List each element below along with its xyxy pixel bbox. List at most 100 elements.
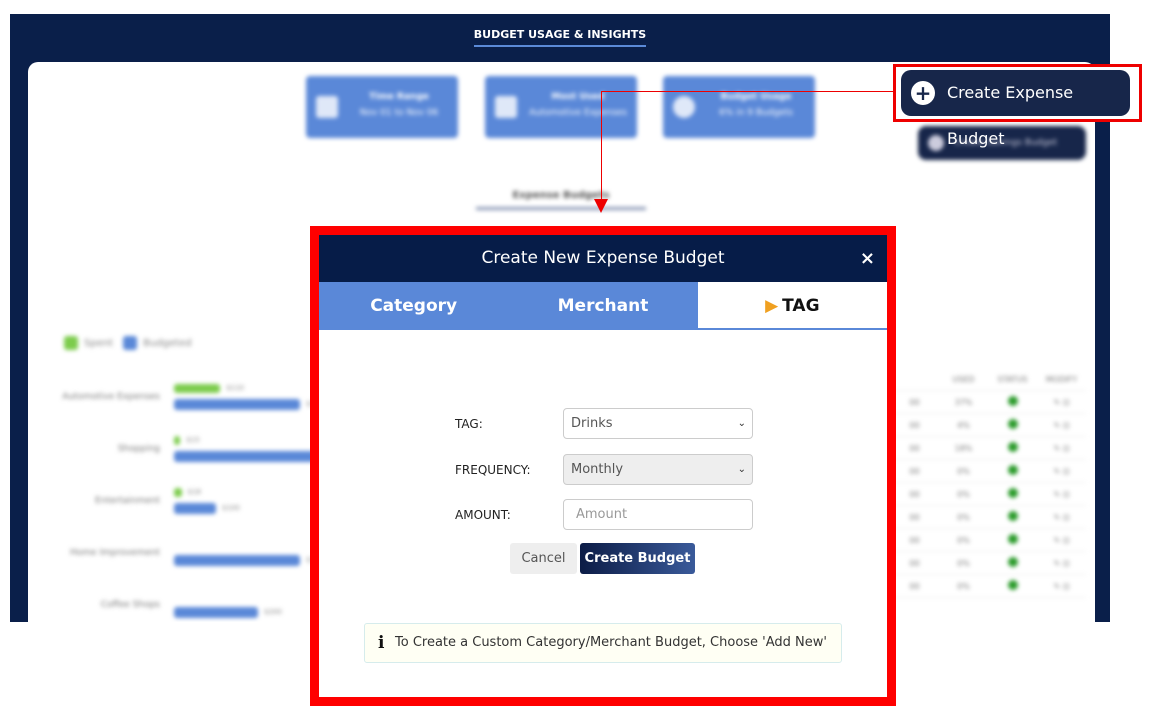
table-row: 00 0% ✎ ⊡ [890, 552, 1086, 575]
tab-merchant[interactable]: Merchant [508, 282, 698, 328]
chart-legend: Spent Budgeted [64, 336, 192, 350]
legend-spent: Spent [64, 336, 113, 350]
used-cell: 0% [957, 466, 970, 476]
used-cell: 4% [957, 420, 970, 430]
calendar-icon [316, 96, 338, 118]
table-row: 00 37% ✎ ⊡ [890, 391, 1086, 414]
category-label: Coffee Shops [100, 600, 160, 610]
table-row: 00 0% ✎ ⊡ [890, 460, 1086, 483]
modal-tabs: Category Merchant ▶ TAG [319, 282, 887, 330]
chart-row: Shopping $15 [40, 426, 342, 466]
table-row: 00 18% ✎ ⊡ [890, 437, 1086, 460]
column-header: USED [952, 374, 975, 384]
create-expense-budget-modal: Create New Expense Budget × Category Merc… [310, 226, 896, 706]
edit-delete-icons[interactable]: ✎ ⊡ [1037, 559, 1086, 568]
table-row: 00 0% ✎ ⊡ [890, 506, 1086, 529]
used-cell: 0% [957, 512, 970, 522]
edit-delete-icons[interactable]: ✎ ⊡ [1037, 490, 1086, 499]
category-label: Shopping [117, 444, 160, 454]
edit-delete-icons[interactable]: ✎ ⊡ [1037, 421, 1086, 430]
used-cell: 18% [954, 443, 973, 453]
modal-header: Create New Expense Budget × [319, 235, 887, 282]
money-icon [495, 96, 517, 118]
used-cell: 37% [954, 397, 973, 407]
status-ok-icon [1007, 419, 1018, 429]
table-row: 00 0% ✎ ⊡ [890, 529, 1086, 552]
edit-delete-icons[interactable]: ✎ ⊡ [1037, 513, 1086, 522]
edit-delete-icons[interactable]: ✎ ⊡ [1037, 536, 1086, 545]
frequency-select[interactable]: Monthly ⌄ [563, 454, 753, 485]
budget-table: USED STATUS MODIFY 00 37% ✎ ⊡ 00 4% ✎ ⊡ 00 18% ✎ ⊡ 0… [890, 368, 1086, 598]
status-ok-icon [1007, 511, 1018, 521]
spent-value: $18 [187, 488, 201, 496]
spent-bar [174, 488, 182, 497]
budgeted-bar [174, 555, 300, 566]
plus-circle-icon: + [911, 81, 935, 105]
status-ok-icon [1007, 488, 1018, 498]
chart-row: Entertainment $18 $100 [40, 478, 330, 518]
status-ok-icon [1007, 465, 1018, 475]
category-label: Entertainment [95, 496, 160, 506]
status-ok-icon [1007, 534, 1018, 544]
used-cell: 0% [957, 535, 970, 545]
pie-icon [673, 96, 695, 118]
spent-value: $15 [186, 436, 200, 444]
budgeted-value: $100 [222, 504, 240, 512]
category-label: Home Improvement [70, 548, 160, 558]
chevron-down-icon: ⌄ [737, 418, 746, 429]
callout-arrow [594, 199, 608, 213]
callout-line [601, 91, 602, 201]
edit-delete-icons[interactable]: ✎ ⊡ [1037, 582, 1086, 591]
info-icon: i [378, 633, 385, 653]
table-row: 00 0% ✎ ⊡ [890, 575, 1086, 598]
play-triangle-icon: ▶ [765, 296, 779, 316]
tab-category[interactable]: Category [319, 282, 509, 328]
chart-row: Automotive Expenses$110$300 [40, 374, 330, 414]
legend-budgeted: Budgeted [123, 336, 192, 350]
info-notice: i To Create a Custom Category/Merchant Bu… [364, 623, 842, 663]
create-budget-button[interactable]: Create Budget [580, 543, 695, 574]
budgeted-bar [174, 607, 258, 618]
edit-delete-icons[interactable]: ✎ ⊡ [1037, 398, 1086, 407]
status-ok-icon [1007, 557, 1018, 567]
table-row: 00 0% ✎ ⊡ [890, 483, 1086, 506]
category-label: Automotive Expenses [62, 392, 160, 402]
tab-expense-budgets[interactable]: Expense Budgets [476, 190, 646, 210]
spent-value: $110 [226, 384, 245, 392]
tab-tag[interactable]: ▶ TAG [697, 282, 887, 328]
spent-bar [174, 436, 181, 445]
modal-title: Create New Expense Budget [481, 248, 725, 268]
column-header: MODIFY [1045, 374, 1078, 384]
table-header: USED STATUS MODIFY [890, 368, 1086, 391]
cancel-button[interactable]: Cancel [510, 543, 577, 574]
close-icon[interactable]: × [860, 235, 875, 282]
tag-label: TAG: [455, 417, 483, 431]
frequency-label: FREQUENCY: [455, 463, 531, 477]
chart-row: Coffee Shops $200 [40, 582, 330, 622]
used-cell: 0% [957, 581, 970, 591]
card-budget-usage: Budget Usage 6% in 9 Budgets [663, 76, 815, 138]
table-row: 00 4% ✎ ⊡ [890, 414, 1086, 437]
column-header: STATUS [997, 374, 1028, 384]
chevron-down-icon: ⌄ [737, 464, 746, 475]
status-ok-icon [1007, 396, 1018, 406]
tag-select[interactable]: Drinks ⌄ [563, 408, 753, 439]
used-cell: 0% [957, 489, 970, 499]
edit-delete-icons[interactable]: ✎ ⊡ [1037, 467, 1086, 476]
status-ok-icon [1007, 442, 1018, 452]
app-title: BUDGET USAGE & INSIGHTS [10, 28, 1110, 47]
card-time-range: Time Range Nov 01 to Nov 06 [306, 76, 458, 138]
callout-line [601, 91, 894, 92]
amount-label: AMOUNT: [455, 508, 511, 522]
budgeted-value: $200 [264, 608, 282, 616]
chart-row: Home Improvement$300 [40, 530, 330, 570]
status-ok-icon [1007, 580, 1018, 590]
budgeted-bar [174, 399, 300, 410]
amount-input[interactable]: Amount [563, 499, 753, 530]
edit-delete-icons[interactable]: ✎ ⊡ [1037, 444, 1086, 453]
callout-highlight: + Create Expense Budget [893, 64, 1142, 148]
create-expense-budget-button[interactable]: + Create Expense Budget [901, 70, 1130, 148]
budgeted-bar [174, 503, 216, 514]
spent-bar [174, 384, 221, 393]
card-most-used: Most Used Automotive Expenses [485, 76, 637, 138]
